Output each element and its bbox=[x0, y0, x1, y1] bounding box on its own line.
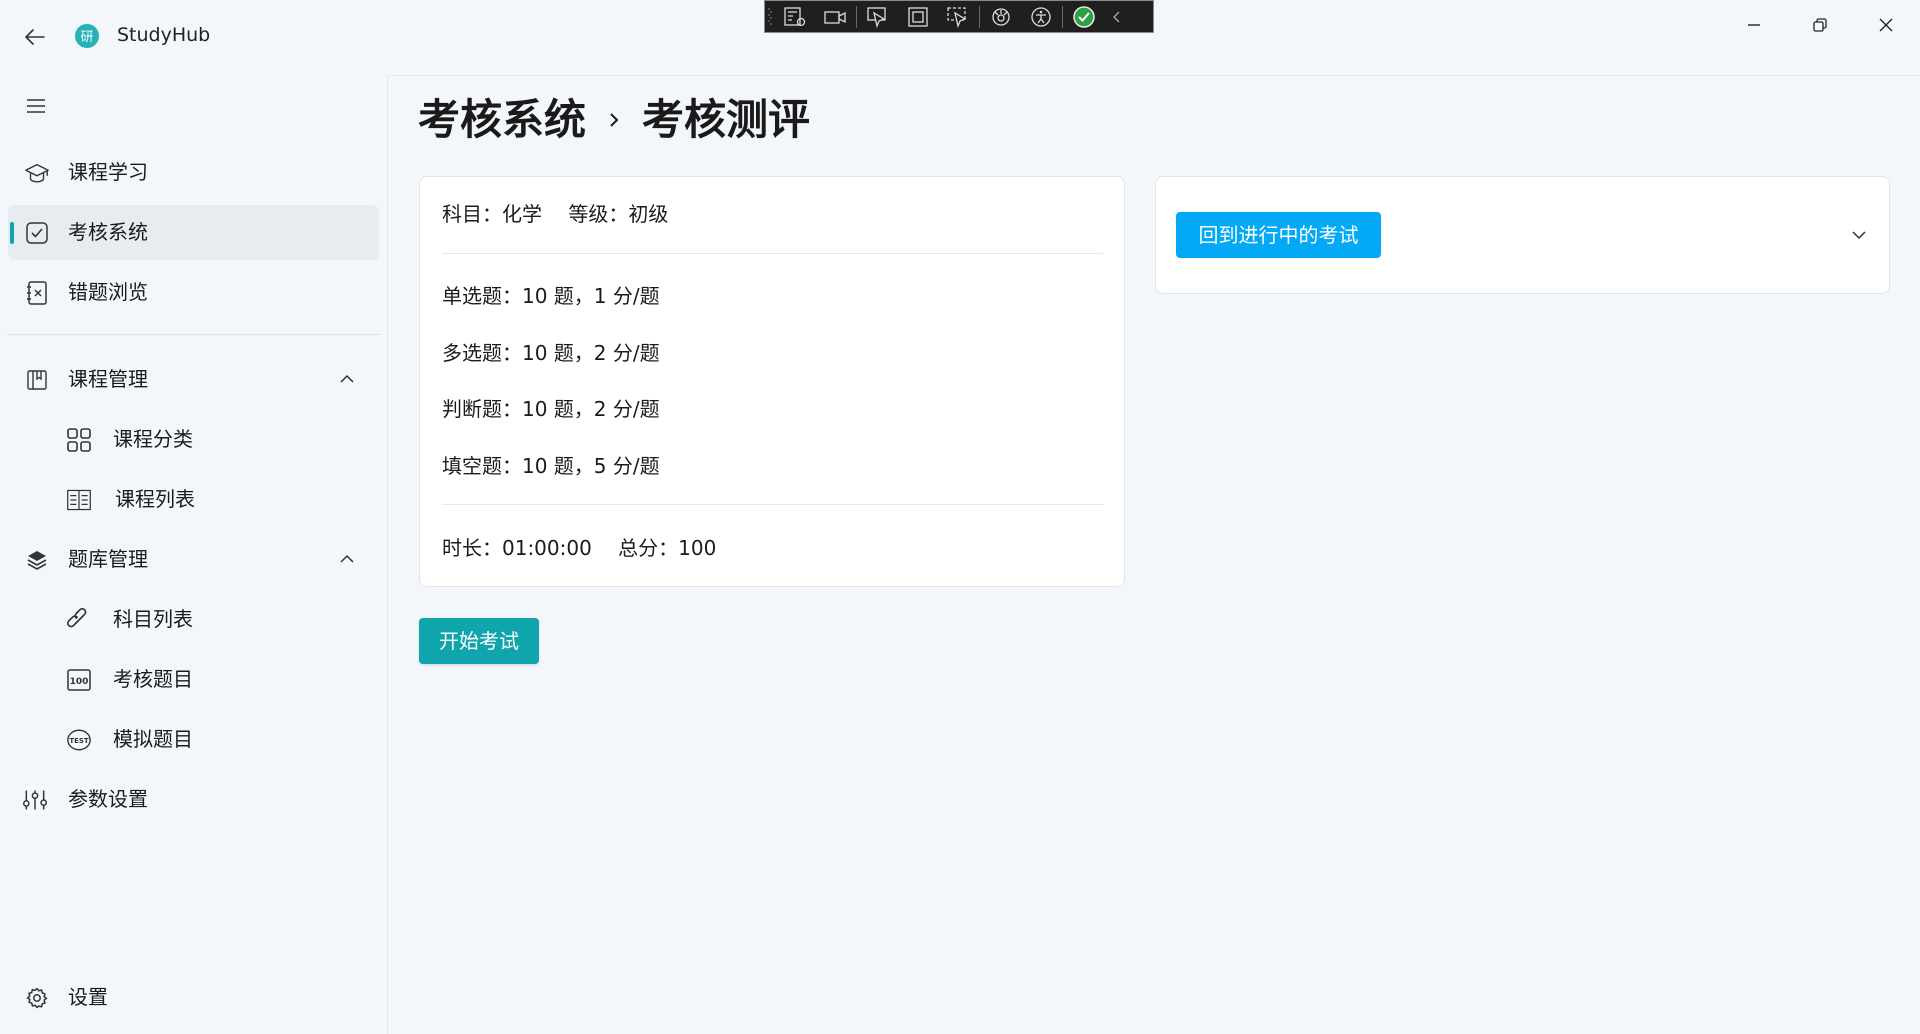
sidebar-item-label: 课程学习 bbox=[68, 160, 148, 184]
accessibility-icon[interactable] bbox=[1021, 0, 1061, 33]
svg-text:TEST: TEST bbox=[69, 737, 89, 745]
sidebar-item-wrong-questions[interactable]: 错题浏览 bbox=[8, 265, 379, 320]
sidebar-item-course-management[interactable]: 课程管理 bbox=[8, 352, 379, 407]
check-status-icon[interactable] bbox=[1064, 0, 1104, 33]
divider bbox=[442, 504, 1103, 505]
layout-adorner-icon[interactable] bbox=[898, 0, 938, 33]
track-focus-icon[interactable] bbox=[938, 0, 978, 33]
breadcrumb: 考核系统 考核测评 bbox=[418, 92, 810, 148]
minimize-button[interactable] bbox=[1732, 10, 1776, 40]
sidebar-item-label: 课程管理 bbox=[68, 367, 148, 391]
restore-button[interactable] bbox=[1798, 10, 1842, 40]
sidebar-item-label: 课程列表 bbox=[115, 487, 195, 511]
sidebar-item-label: 科目列表 bbox=[113, 607, 193, 631]
notebook-x-icon bbox=[24, 280, 50, 306]
duration-total-score: 时长：01:00:00 总分：100 bbox=[442, 536, 717, 560]
sidebar-item-exam-system[interactable]: 考核系统 bbox=[8, 205, 379, 260]
select-element-icon[interactable] bbox=[858, 0, 898, 33]
book-management-icon bbox=[24, 367, 50, 393]
fill-blank-info: 填空题：10 题，5 分/题 bbox=[442, 454, 660, 478]
grid-icon bbox=[66, 427, 92, 453]
checkbox-checked-icon bbox=[24, 220, 50, 246]
layers-icon bbox=[24, 547, 50, 573]
gear-icon bbox=[24, 985, 50, 1011]
sidebar-item-label: 课程分类 bbox=[113, 427, 193, 451]
chevron-right-icon bbox=[596, 92, 632, 148]
resume-exam-card: 回到进行中的考试 bbox=[1155, 176, 1890, 294]
live-visual-tree-icon[interactable] bbox=[775, 0, 815, 33]
sidebar: 课程学习 考核系统 错题浏览 课程管理 课程分类 课程列表 题库管理 科目列表 … bbox=[0, 72, 387, 1034]
hot-reload-icon[interactable] bbox=[981, 0, 1021, 33]
chevron-up-icon[interactable] bbox=[337, 549, 357, 569]
debug-toolbar bbox=[764, 0, 1154, 33]
sidebar-item-label: 考核题目 bbox=[113, 667, 193, 691]
sidebar-item-label: 错题浏览 bbox=[68, 280, 148, 304]
close-icon bbox=[1879, 18, 1893, 32]
sidebar-item-label: 模拟题目 bbox=[113, 727, 193, 751]
sidebar-item-exam-questions[interactable]: 100 考核题目 bbox=[8, 652, 379, 707]
resume-exam-button[interactable]: 回到进行中的考试 bbox=[1176, 212, 1381, 258]
single-choice-info: 单选题：10 题，1 分/题 bbox=[442, 284, 660, 308]
sidebar-item-subject-list[interactable]: 科目列表 bbox=[8, 592, 379, 647]
sidebar-item-course-study[interactable]: 课程学习 bbox=[8, 145, 379, 200]
restore-icon bbox=[1813, 18, 1827, 32]
minimize-icon bbox=[1748, 24, 1760, 26]
close-button[interactable] bbox=[1864, 10, 1908, 40]
sliders-icon bbox=[22, 787, 48, 813]
app-title: StudyHub bbox=[117, 24, 211, 46]
collapse-toolbar-icon[interactable] bbox=[1104, 0, 1130, 33]
divider bbox=[442, 253, 1103, 254]
chevron-down-icon[interactable] bbox=[1849, 225, 1869, 245]
back-arrow-icon[interactable] bbox=[20, 22, 50, 52]
drag-grip-icon[interactable] bbox=[765, 1, 775, 32]
sidebar-item-settings[interactable]: 设置 bbox=[8, 970, 379, 1025]
test-badge-icon: TEST bbox=[66, 727, 92, 753]
breadcrumb-parent[interactable]: 考核系统 bbox=[418, 92, 586, 148]
hamburger-menu-icon[interactable] bbox=[22, 92, 50, 120]
open-book-list-icon bbox=[66, 487, 92, 513]
sidebar-item-parameters[interactable]: 参数设置 bbox=[8, 772, 379, 827]
exam-subject-level: 科目：化学 等级：初级 bbox=[442, 202, 669, 226]
score-100-icon: 100 bbox=[66, 667, 92, 693]
graduation-cap-icon bbox=[24, 160, 50, 186]
sidebar-item-course-list[interactable]: 课程列表 bbox=[8, 472, 379, 527]
sidebar-item-question-bank[interactable]: 题库管理 bbox=[8, 532, 379, 587]
start-exam-button[interactable]: 开始考试 bbox=[419, 618, 539, 664]
exam-info-card: 科目：化学 等级：初级 单选题：10 题，1 分/题 多选题：10 题，2 分/… bbox=[419, 176, 1125, 587]
sidebar-divider bbox=[7, 334, 381, 335]
record-icon[interactable] bbox=[815, 0, 855, 33]
sidebar-item-label: 参数设置 bbox=[68, 787, 148, 811]
sidebar-item-mock-questions[interactable]: TEST 模拟题目 bbox=[8, 712, 379, 767]
page-title: 考核测评 bbox=[642, 95, 811, 144]
sidebar-item-label: 考核系统 bbox=[68, 220, 148, 244]
sidebar-border bbox=[387, 75, 388, 1034]
content-top-border bbox=[388, 75, 1920, 76]
sidebar-item-course-category[interactable]: 课程分类 bbox=[8, 412, 379, 467]
link-icon bbox=[66, 607, 92, 633]
multiple-choice-info: 多选题：10 题，2 分/题 bbox=[442, 341, 660, 365]
true-false-info: 判断题：10 题，2 分/题 bbox=[442, 397, 660, 421]
app-logo-char: 研 bbox=[80, 30, 93, 45]
app-logo: 研 bbox=[74, 23, 100, 49]
sidebar-item-label: 题库管理 bbox=[68, 547, 148, 571]
chevron-up-icon[interactable] bbox=[337, 369, 357, 389]
svg-text:100: 100 bbox=[70, 677, 89, 687]
sidebar-item-label: 设置 bbox=[68, 985, 108, 1009]
active-indicator bbox=[10, 222, 14, 244]
